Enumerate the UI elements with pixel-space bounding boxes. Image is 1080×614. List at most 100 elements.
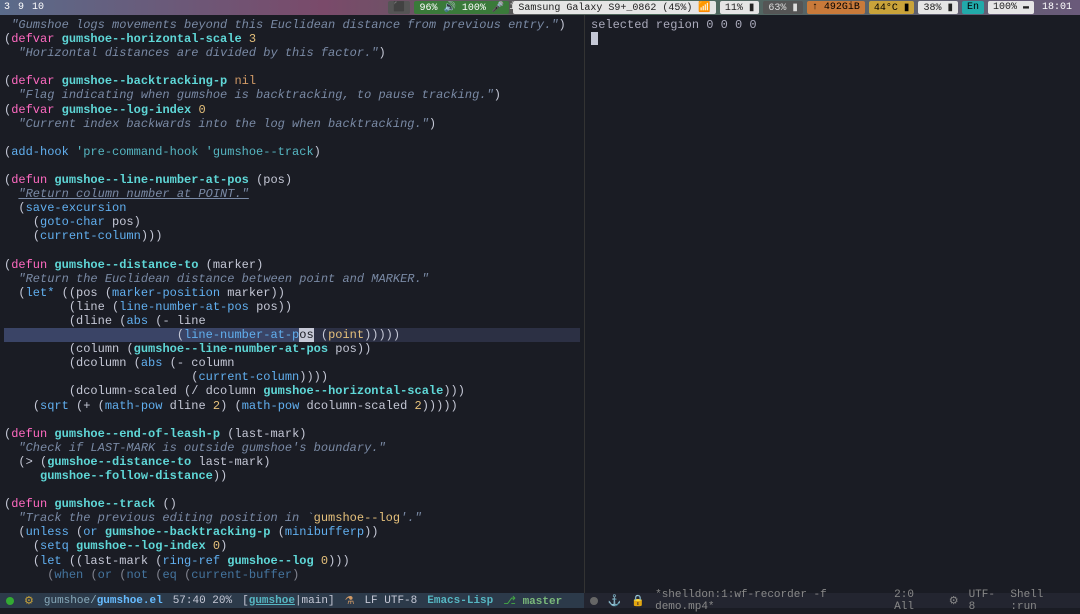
fn-args: pos: [263, 173, 285, 187]
arg: marker: [227, 286, 270, 300]
branch-icon: ⎇: [503, 596, 516, 608]
abs: abs: [141, 356, 163, 370]
anchor-icon: ⚓: [608, 594, 622, 608]
or: or: [98, 568, 112, 582]
docstring: "Horizontal distances are divided by thi…: [18, 46, 378, 60]
div: /: [191, 384, 198, 398]
var-ref: gumshoe--follow-distance: [40, 469, 213, 483]
disk-badge[interactable]: ↑ 492GiB: [807, 1, 865, 14]
keyword-defun: defun: [11, 173, 47, 187]
arg: pos: [256, 300, 278, 314]
var-name: gumshoe--horizontal-scale: [62, 32, 242, 46]
var-name: gumshoe--backtracking-p: [62, 74, 228, 88]
major-mode[interactable]: Emacs-Lisp: [427, 595, 493, 607]
fn: line-number-at-p: [184, 328, 299, 342]
var-ref: gumshoe--backtracking-p: [105, 525, 271, 539]
code-pane[interactable]: "Gumshoe logs movements beyond this Eucl…: [0, 15, 584, 593]
encoding: LF UTF-8: [364, 595, 417, 607]
cursor-line: (line-number-at-pos (point))))): [4, 328, 580, 342]
arg: pos: [335, 342, 357, 356]
plus: +: [83, 399, 90, 413]
block-cursor-icon: [591, 32, 598, 45]
git-branch[interactable]: master: [523, 596, 563, 608]
workspace-list[interactable]: 3 9 10: [4, 2, 44, 13]
encoding: UTF-8: [969, 589, 1001, 613]
bluetooth-badge[interactable]: Samsung Galaxy S9+_0862 (45%) 📶: [513, 1, 715, 14]
keyboard-layout-badge[interactable]: En: [962, 1, 984, 14]
keyword-defvar: defvar: [11, 74, 54, 88]
hook-fn: 'gumshoe--track: [206, 145, 314, 159]
binding: column: [76, 342, 119, 356]
cursor-char: os: [299, 328, 313, 342]
var-ref: gumshoe--log-index: [76, 539, 206, 553]
arg: dcolumn: [206, 384, 256, 398]
workspace-item[interactable]: 3: [4, 2, 10, 13]
memory-badge[interactable]: 63% ▮: [763, 1, 803, 14]
binding: dcolumn-scaled: [76, 384, 177, 398]
save-excursion: save-excursion: [26, 201, 127, 215]
keyword-defvar: defvar: [11, 103, 54, 117]
editor-main: "Gumshoe logs movements beyond this Eucl…: [0, 15, 1080, 593]
region-status: selected region 0 0 0 0: [591, 18, 1074, 32]
let-star: let*: [26, 286, 55, 300]
audio-badge[interactable]: 96% 🔊 100% 🎤: [414, 1, 509, 14]
brightness-badge[interactable]: 100% ▬: [988, 1, 1034, 14]
num: 2: [213, 399, 220, 413]
project-bracket: [: [242, 595, 249, 607]
fn-args: marker: [213, 258, 256, 272]
binding: dline: [76, 314, 112, 328]
not: not: [126, 568, 148, 582]
arg: line: [177, 314, 206, 328]
binding: last-mark: [83, 554, 148, 568]
doc-symbol: gumshoe--log: [314, 511, 400, 525]
cpu-badge[interactable]: 38% ▮: [918, 1, 958, 14]
docstring: "Current index backwards into the log wh…: [18, 117, 428, 131]
sub: -: [177, 356, 184, 370]
var-ref: gumshoe--horizontal-scale: [263, 384, 443, 398]
nil-value: nil: [234, 74, 256, 88]
current-column: current-column: [198, 370, 299, 384]
current-buffer: current-buffer: [191, 568, 292, 582]
project-name[interactable]: gumshoe: [249, 595, 295, 607]
modeline-left[interactable]: ⚙ gumshoe/gumshoe.el 57:40 20% [gumshoe|…: [0, 593, 584, 608]
clock: 18:01: [1038, 2, 1076, 13]
fn-args: last-mark: [234, 427, 299, 441]
right-pane[interactable]: selected region 0 0 0 0: [584, 15, 1080, 593]
modified-indicator-icon: [6, 597, 14, 605]
arg: last-mark: [198, 455, 263, 469]
marker-position: marker-position: [112, 286, 220, 300]
binding: pos: [76, 286, 98, 300]
modeline-right[interactable]: ⚓ 🔒 *shelldon:1:wf-recorder -f demo.mp4*…: [584, 593, 1080, 608]
gear-icon: ⚙: [949, 594, 959, 608]
temp-badge[interactable]: 44°C ▮: [869, 1, 915, 14]
arg: column: [191, 356, 234, 370]
workspace-item[interactable]: 9: [18, 2, 24, 13]
or: or: [83, 525, 97, 539]
docstring: "Return the Euclidean distance between p…: [18, 272, 428, 286]
tray-item[interactable]: ⬛: [388, 1, 410, 14]
ring-ref: ring-ref: [162, 554, 220, 568]
cursor-position: 2:0 All: [894, 589, 939, 613]
docstring: "Gumshoe logs movements beyond this Eucl…: [11, 18, 558, 32]
num: 2: [415, 399, 422, 413]
arg: pos: [112, 215, 134, 229]
add-hook: add-hook: [11, 145, 69, 159]
point: point: [328, 328, 364, 342]
setq: setq: [40, 539, 69, 553]
when: when: [54, 568, 83, 582]
selected-region: (line-number-at-p: [4, 328, 299, 342]
fn-call: gumshoe--distance-to: [47, 455, 191, 469]
current-column: current-column: [40, 229, 141, 243]
cursor-position: 57:40 20%: [173, 595, 232, 607]
goto-char: goto-char: [40, 215, 105, 229]
topbar-right: ⬛ 96% 🔊 100% 🎤 Samsung Galaxy S9+_0862 (…: [388, 1, 1076, 14]
var-value: 3: [249, 32, 256, 46]
flask-icon: ⚗: [345, 594, 355, 608]
workspace-item[interactable]: 10: [32, 2, 44, 13]
fn-name: gumshoe--line-number-at-pos: [54, 173, 248, 187]
unless: unless: [26, 525, 69, 539]
battery-badge[interactable]: 11% ▮: [720, 1, 760, 14]
keyword-defun: defun: [11, 427, 47, 441]
line-number-at-pos: line-number-at-pos: [119, 300, 249, 314]
keyword-defun: defun: [11, 497, 47, 511]
